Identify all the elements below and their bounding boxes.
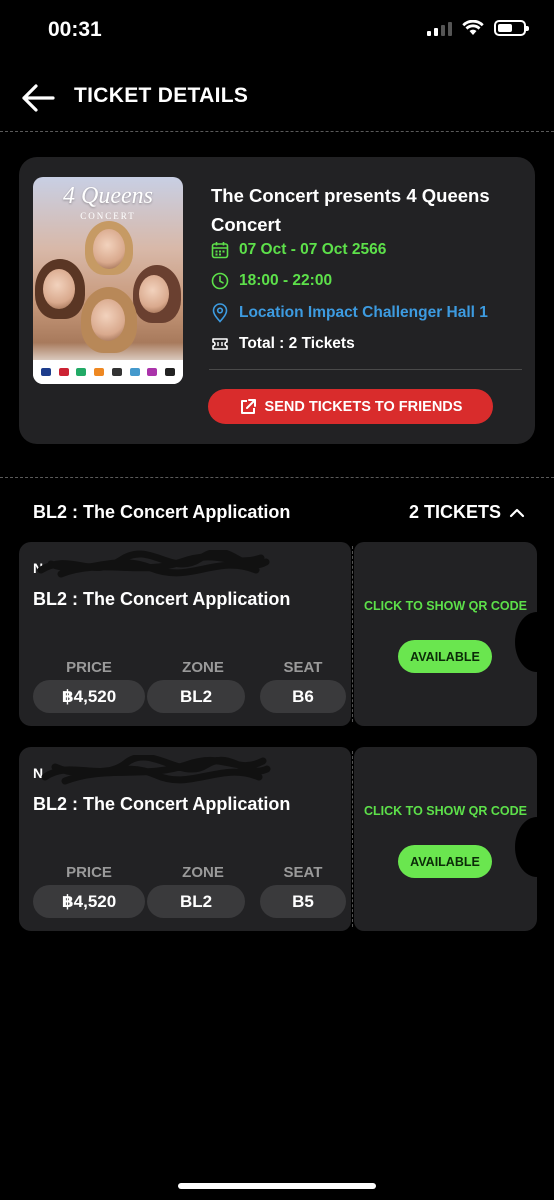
calendar-icon xyxy=(211,242,229,259)
status-icons xyxy=(427,20,529,36)
wifi-icon xyxy=(462,20,484,35)
ticket-card: N BL2 : The Concert Application PRICE ZO… xyxy=(19,747,554,931)
send-tickets-label: SEND TICKETS TO FRIENDS xyxy=(264,398,463,415)
status-time: 00:31 xyxy=(48,18,102,41)
header-divider xyxy=(0,131,554,132)
ticket-group-name: BL2 : The Concert Application xyxy=(33,502,291,522)
event-title: The Concert presents 4 Queens Concert xyxy=(211,185,490,235)
ticket-perforation xyxy=(352,546,353,722)
event-total-row: Total : 2 Tickets xyxy=(211,335,355,353)
event-divider xyxy=(209,369,522,370)
zone-value: BL2 xyxy=(147,885,245,918)
location-pin-icon xyxy=(212,303,228,323)
clock-icon xyxy=(211,272,229,290)
back-arrow-icon[interactable] xyxy=(20,82,56,114)
section-divider xyxy=(0,477,554,478)
available-badge[interactable]: AVAILABLE xyxy=(398,640,492,673)
redaction-scribble xyxy=(41,755,271,785)
seat-label: SEAT xyxy=(283,659,323,676)
event-time: 18:00 - 22:00 xyxy=(239,272,333,289)
event-poster[interactable]: 4 Queens CONCERT xyxy=(33,177,183,384)
ticket-card: N BL2 : The Concert Application PRICE ZO… xyxy=(19,542,554,726)
poster-title: 4 Queens xyxy=(63,183,153,209)
status-bar: 00:31 xyxy=(0,0,554,60)
event-total: Total : 2 Tickets xyxy=(239,335,355,352)
zone-label: ZONE xyxy=(182,659,224,676)
show-qr-text[interactable]: CLICK TO SHOW QR CODE xyxy=(354,803,537,820)
page-title: TICKET DETAILS xyxy=(74,84,249,107)
price-value: ฿4,520 xyxy=(33,885,145,918)
sponsor-logos xyxy=(33,360,183,384)
seat-value: B6 xyxy=(260,680,346,713)
event-location[interactable]: Location Impact Challenger Hall 1 xyxy=(239,304,488,322)
price-value: ฿4,520 xyxy=(33,680,145,713)
price-label: PRICE xyxy=(66,659,112,676)
ticket-count-label: 2 TICKETS xyxy=(408,502,501,522)
ticket-main: N BL2 : The Concert Application PRICE ZO… xyxy=(19,542,351,726)
send-tickets-button[interactable]: SEND TICKETS TO FRIENDS xyxy=(208,389,493,424)
ticket-group-header[interactable]: BL2 : The Concert Application 2 TICKETS xyxy=(33,502,525,528)
ticket-stub[interactable]: CLICK TO SHOW QR CODE AVAILABLE xyxy=(354,542,537,726)
event-location-row[interactable]: Location Impact Challenger Hall 1 xyxy=(211,303,488,323)
share-external-icon xyxy=(240,398,256,414)
chevron-up-icon[interactable] xyxy=(509,507,525,519)
event-date-row: 07 Oct - 07 Oct 2566 xyxy=(211,241,386,259)
ticket-notch xyxy=(515,612,554,672)
poster-subtitle: CONCERT xyxy=(80,211,136,221)
seat-label: SEAT xyxy=(283,864,323,881)
ticket-main: N BL2 : The Concert Application PRICE ZO… xyxy=(19,747,351,931)
price-label: PRICE xyxy=(66,864,112,881)
ticket-name: BL2 : The Concert Application xyxy=(33,589,291,609)
header: TICKET DETAILS xyxy=(0,76,554,122)
redaction-scribble xyxy=(37,550,270,578)
event-date: 07 Oct - 07 Oct 2566 xyxy=(239,241,387,258)
ticket-name: BL2 : The Concert Application xyxy=(33,794,291,814)
show-qr-text[interactable]: CLICK TO SHOW QR CODE xyxy=(354,598,537,615)
ticket-group-count[interactable]: 2 TICKETS xyxy=(409,502,525,523)
battery-icon xyxy=(494,20,529,36)
cellular-signal-icon xyxy=(427,20,452,36)
event-time-row: 18:00 - 22:00 xyxy=(211,272,332,290)
ticket-icon xyxy=(212,338,228,350)
seat-value: B5 xyxy=(260,885,346,918)
zone-label: ZONE xyxy=(182,864,224,881)
ticket-stub[interactable]: CLICK TO SHOW QR CODE AVAILABLE xyxy=(354,747,537,931)
zone-value: BL2 xyxy=(147,680,245,713)
home-indicator[interactable] xyxy=(178,1183,376,1189)
available-badge[interactable]: AVAILABLE xyxy=(398,845,492,878)
event-card: 4 Queens CONCERT The Concert presents 4 … xyxy=(19,157,535,444)
ticket-notch xyxy=(515,817,554,877)
ticket-perforation xyxy=(352,751,353,927)
